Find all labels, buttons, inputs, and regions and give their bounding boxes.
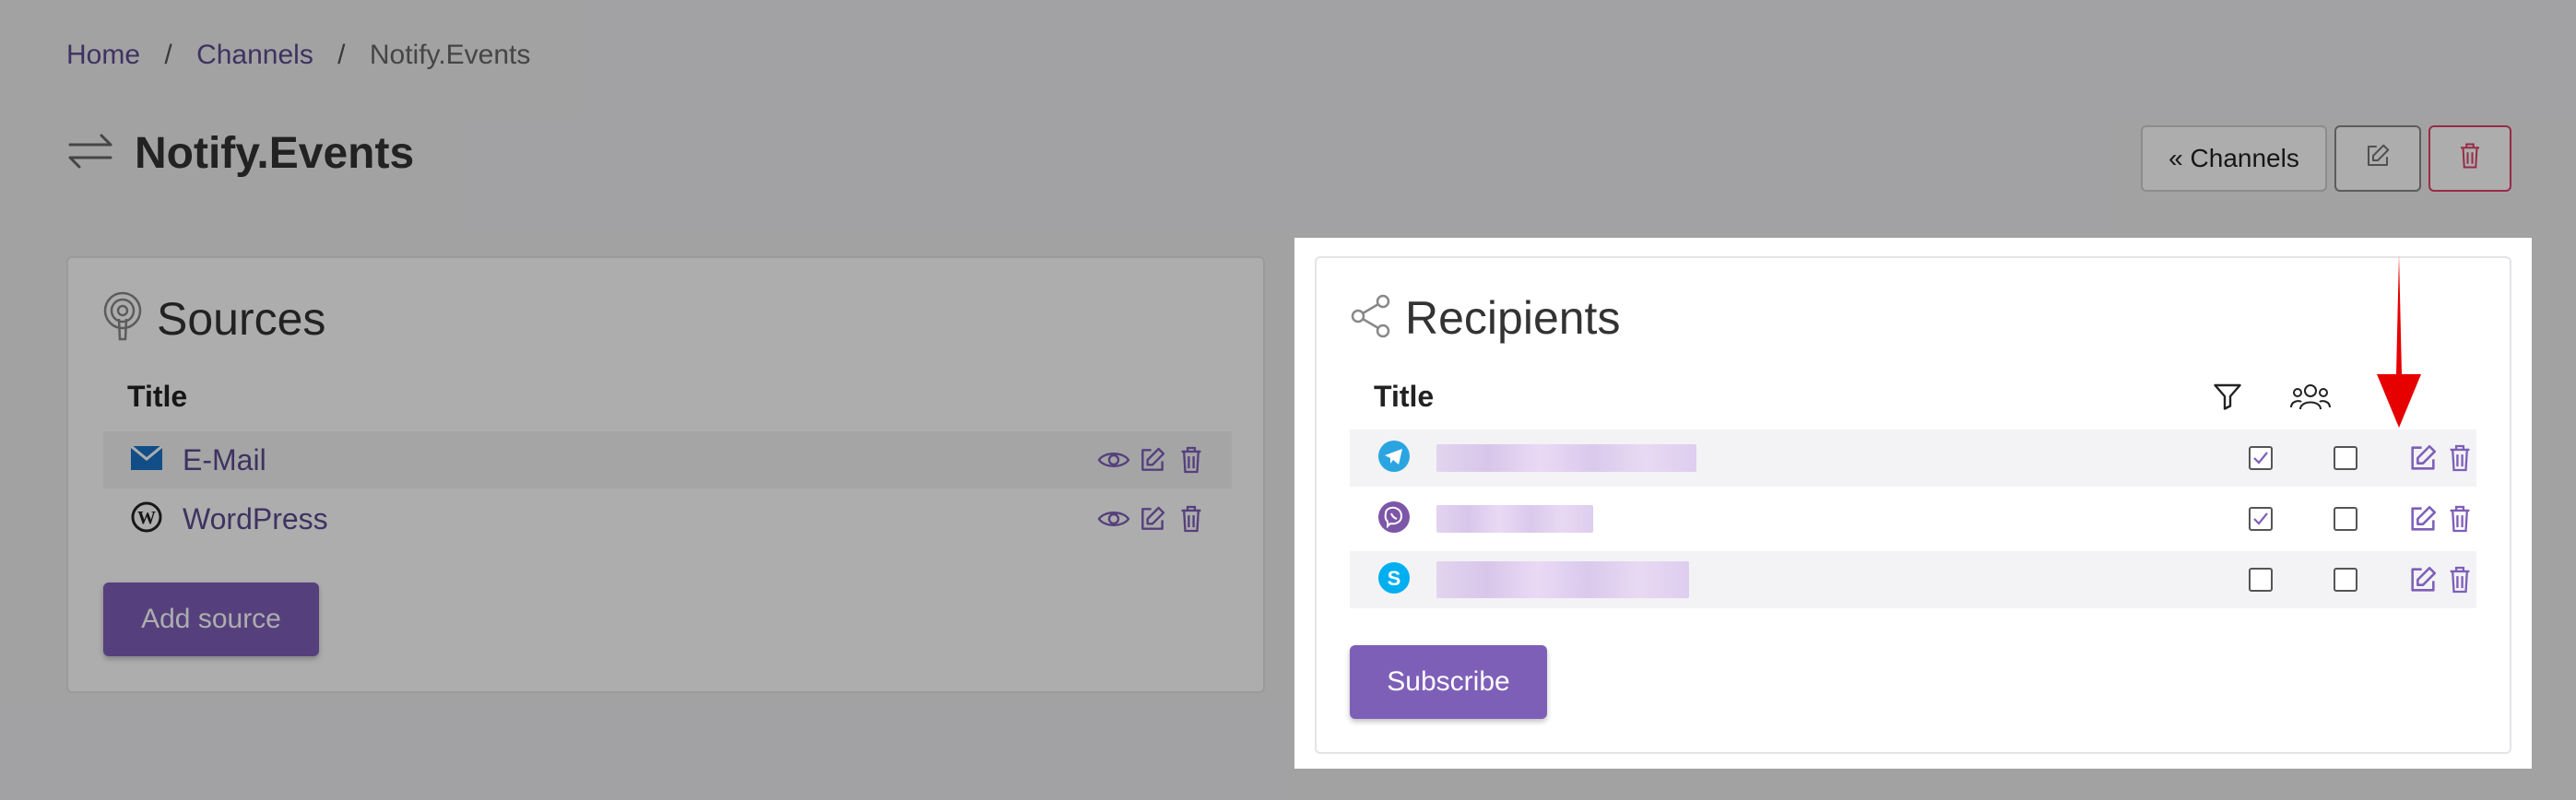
annotation-arrow-icon: [2377, 254, 2421, 428]
table-row: [1350, 429, 2476, 487]
edit-icon: [2364, 142, 2392, 176]
viber-icon: [1377, 500, 1411, 538]
add-source-button[interactable]: Add source: [103, 582, 319, 656]
recipients-card: Recipients Title S Subscribe: [1315, 256, 2511, 754]
back-to-channels-button[interactable]: « Channels: [2141, 125, 2327, 192]
group-checkbox[interactable]: [2334, 507, 2357, 531]
podcast-icon: [101, 291, 144, 346]
group-icon: [2290, 382, 2331, 418]
source-label[interactable]: E-Mail: [183, 443, 266, 477]
page-header: Notify.Events: [66, 125, 414, 181]
sources-column-title: Title: [127, 380, 188, 413]
arrows-exchange-icon: [66, 133, 114, 174]
eye-icon[interactable]: [1095, 500, 1132, 537]
sources-header: Sources: [101, 291, 325, 346]
trash-icon[interactable]: [2441, 561, 2478, 598]
wordpress-icon: W: [131, 501, 162, 537]
recipient-name-redacted: [1436, 561, 1689, 598]
edit-icon[interactable]: [1134, 500, 1171, 537]
skype-icon: S: [1377, 561, 1411, 599]
breadcrumb-separator: /: [164, 40, 172, 70]
trash-icon: [2458, 142, 2482, 176]
trash-icon[interactable]: [2441, 500, 2478, 537]
svg-text:W: W: [137, 508, 156, 528]
recipient-name-redacted: [1436, 505, 1593, 533]
sources-card: Sources Title E-Mail W WordPress Add sou…: [66, 256, 1265, 693]
recipients-title: Recipients: [1405, 292, 1621, 344]
email-icon: [130, 444, 163, 475]
source-label[interactable]: WordPress: [183, 502, 328, 536]
trash-icon[interactable]: [1173, 500, 1210, 537]
edit-icon[interactable]: [2405, 561, 2441, 598]
group-checkbox[interactable]: [2334, 568, 2357, 592]
list-item[interactable]: E-Mail: [103, 431, 1232, 488]
filter-checkbox[interactable]: [2249, 507, 2273, 531]
group-checkbox[interactable]: [2334, 446, 2357, 470]
sources-title: Sources: [157, 292, 326, 345]
share-icon: [1350, 293, 1392, 344]
table-row: S: [1350, 551, 2476, 608]
subscribe-button[interactable]: Subscribe: [1350, 645, 1547, 719]
svg-text:S: S: [1388, 567, 1401, 590]
page-title: Notify.Events: [135, 128, 415, 178]
recipient-name-redacted: [1436, 444, 1696, 472]
table-row: [1350, 490, 2476, 547]
edit-icon[interactable]: [1134, 441, 1171, 478]
filter-checkbox[interactable]: [2249, 568, 2273, 592]
breadcrumb-channels[interactable]: Channels: [196, 40, 313, 70]
recipients-column-title: Title: [1374, 380, 1435, 413]
trash-icon[interactable]: [1173, 441, 1210, 478]
breadcrumb-current: Notify.Events: [369, 40, 531, 70]
list-item[interactable]: W WordPress: [103, 490, 1232, 547]
delete-channel-button[interactable]: [2428, 125, 2511, 192]
edit-channel-button[interactable]: [2334, 125, 2421, 192]
edit-icon[interactable]: [2405, 440, 2441, 476]
breadcrumb-separator: /: [337, 40, 346, 70]
breadcrumb: Home / Channels / Notify.Events: [66, 37, 530, 74]
filter-checkbox[interactable]: [2249, 446, 2273, 470]
breadcrumb-home[interactable]: Home: [66, 40, 140, 70]
eye-icon[interactable]: [1095, 441, 1132, 478]
recipients-header: Recipients: [1350, 291, 1620, 345]
trash-icon[interactable]: [2441, 440, 2478, 476]
filter-icon: [2211, 380, 2244, 418]
telegram-icon: [1377, 440, 1411, 477]
edit-icon[interactable]: [2405, 500, 2441, 537]
